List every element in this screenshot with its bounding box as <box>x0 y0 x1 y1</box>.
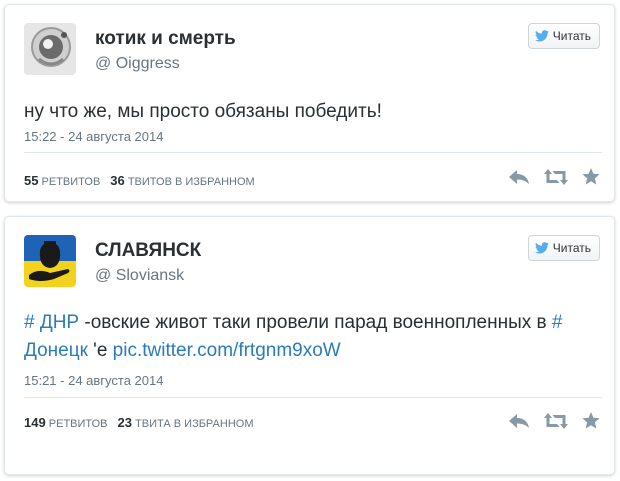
user-handle[interactable]: @ Oiggress <box>95 55 180 73</box>
media-link[interactable]: pic.twitter.com/frtgnm9xoW <box>113 340 341 361</box>
tweet-stats: 55 РЕТВИТОВ 36 ТВИТОВ В ИЗБРАННОМ <box>24 173 255 188</box>
retweet-icon[interactable] <box>544 412 568 429</box>
favorite-label: ТВИТА В ИЗБРАННОМ <box>135 418 254 430</box>
user-handle[interactable]: @ Sloviansk <box>95 267 184 285</box>
retweet-count: 55 <box>24 173 39 188</box>
tweet-card: котик и смерть @ Oiggress Читать ну что … <box>4 4 615 202</box>
divider <box>24 152 602 153</box>
favorite-count: 36 <box>110 173 125 188</box>
favorite-icon[interactable] <box>582 168 600 185</box>
hashtag-link[interactable]: # ДНР <box>24 312 79 333</box>
retweet-stat[interactable]: 149 РЕТВИТОВ <box>24 415 108 430</box>
follow-button[interactable]: Читать <box>527 23 600 49</box>
favorite-label: ТВИТОВ В ИЗБРАННОМ <box>127 176 255 188</box>
avatar[interactable] <box>24 23 76 75</box>
favorite-count: 23 <box>117 415 132 430</box>
display-name[interactable]: СЛАВЯНСК <box>95 240 201 262</box>
divider <box>24 397 602 398</box>
follow-label: Читать <box>552 241 591 255</box>
timestamp[interactable]: 15:21 - 24 августа 2014 <box>24 373 163 388</box>
display-name[interactable]: котик и смерть <box>95 28 236 50</box>
follow-button[interactable]: Читать <box>527 235 600 261</box>
reply-icon[interactable] <box>508 413 530 429</box>
tweet-actions <box>508 168 600 185</box>
tweet-stats: 149 РЕТВИТОВ 23 ТВИТА В ИЗБРАННОМ <box>24 415 253 430</box>
tweet-actions <box>508 412 600 429</box>
retweet-icon[interactable] <box>544 168 568 185</box>
tweet-text-part: -овские живот таки провели парад военноп… <box>79 312 552 333</box>
avatar[interactable] <box>24 235 76 287</box>
tweet-text: ну что же, мы просто обязаны победить! <box>24 101 382 122</box>
tweet-text: # ДНР -овские живот таки провели парад в… <box>24 309 594 365</box>
reply-icon[interactable] <box>508 169 530 185</box>
twitter-bird-icon <box>534 30 549 42</box>
timestamp[interactable]: 15:22 - 24 августа 2014 <box>24 129 163 144</box>
retweet-label: РЕТВИТОВ <box>41 176 101 188</box>
favorite-stat[interactable]: 36 ТВИТОВ В ИЗБРАННОМ <box>110 173 254 188</box>
retweet-label: РЕТВИТОВ <box>48 418 108 430</box>
favorite-stat[interactable]: 23 ТВИТА В ИЗБРАННОМ <box>118 415 254 430</box>
tweet-text-part: 'е <box>87 340 113 361</box>
tweet-card: СЛАВЯНСК @ Sloviansk Читать # ДНР -овски… <box>4 216 615 475</box>
retweet-stat[interactable]: 55 РЕТВИТОВ <box>24 173 100 188</box>
retweet-count: 149 <box>24 415 46 430</box>
twitter-bird-icon <box>534 242 549 254</box>
follow-label: Читать <box>552 29 591 43</box>
favorite-icon[interactable] <box>582 412 600 429</box>
